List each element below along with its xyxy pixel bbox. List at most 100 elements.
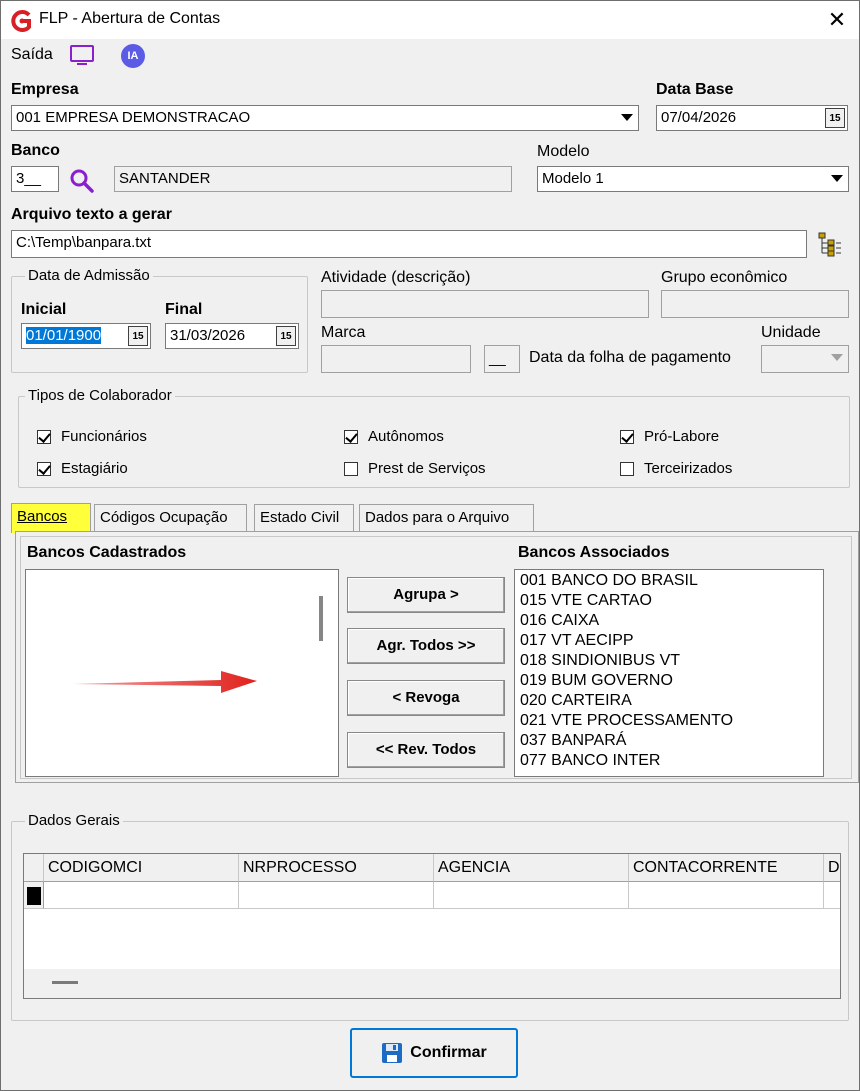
list-item[interactable]: 077 BANCO INTER: [515, 751, 823, 771]
row-indicator[interactable]: [24, 882, 44, 909]
folder-tree-icon[interactable]: [816, 230, 844, 258]
marca-field: [321, 345, 471, 373]
tab-bancos[interactable]: Bancos: [11, 503, 91, 533]
menu-saida[interactable]: Saída: [11, 46, 53, 64]
arquivo-value: C:\Temp\banpara.txt: [16, 234, 152, 251]
empresa-label: Empresa: [11, 81, 79, 98]
search-icon[interactable]: [69, 168, 95, 194]
checkbox-terceirizados[interactable]: Terceirizados: [620, 460, 732, 477]
modelo-select[interactable]: Modelo 1: [537, 166, 849, 192]
checkbox-autonomos[interactable]: Autônomos: [344, 428, 444, 445]
modelo-value: Modelo 1: [542, 170, 604, 187]
folha-field: __: [484, 345, 520, 373]
chevron-down-icon[interactable]: [827, 168, 847, 190]
chevron-down-icon[interactable]: [617, 107, 637, 129]
close-icon[interactable]: ✕: [821, 5, 853, 35]
checkbox-label: Terceirizados: [644, 460, 733, 477]
checkbox-pro-labore[interactable]: Pró-Labore: [620, 428, 719, 445]
grid-cell[interactable]: [824, 882, 840, 909]
checkbox-box[interactable]: [620, 429, 634, 444]
unidade-select: [761, 345, 849, 373]
inicial-date-value: 01/01/1900: [26, 327, 102, 344]
tab-estado-civil[interactable]: Estado Civil: [254, 504, 354, 532]
agrupa-todos-button[interactable]: Agr. Todos >>: [347, 628, 505, 664]
list-item[interactable]: 018 SINDIONIBUS VT: [515, 651, 823, 671]
list-item[interactable]: 021 VTE PROCESSAMENTO: [515, 711, 823, 731]
grupo-field: [661, 290, 849, 318]
banco-name-value: SANTANDER: [119, 170, 211, 187]
scrollbar-thumb[interactable]: [319, 596, 323, 641]
final-label: Final: [165, 301, 203, 318]
tab-dados-arquivo[interactable]: Dados para o Arquivo: [359, 504, 534, 532]
banco-label: Banco: [11, 142, 60, 159]
confirmar-label: Confirmar: [410, 1044, 487, 1061]
grid-header-d[interactable]: D: [824, 854, 840, 882]
data-base-value: 07/04/2026: [661, 109, 737, 126]
grid-empty-area: [24, 909, 840, 969]
grid-header-codigomci[interactable]: CODIGOMCI: [44, 854, 239, 882]
grupo-label: Grupo econômico: [661, 269, 788, 286]
checkbox-box[interactable]: [37, 461, 51, 476]
grid-header-contacorrente[interactable]: CONTACORRENTE: [629, 854, 824, 882]
grid-cell[interactable]: [239, 882, 434, 909]
list-item[interactable]: 017 VT AECIPP: [515, 631, 823, 651]
grid-scrollbar[interactable]: [24, 969, 840, 998]
list-item[interactable]: 037 BANPARÁ: [515, 731, 823, 751]
tab-codigos-ocupacao[interactable]: Códigos Ocupação: [94, 504, 247, 532]
grid-cell[interactable]: [434, 882, 629, 909]
checkbox-label: Pró-Labore: [644, 428, 720, 445]
data-base-field[interactable]: 07/04/2026 15: [656, 105, 848, 131]
data-grid[interactable]: CODIGOMCI NRPROCESSO AGENCIA CONTACORREN…: [23, 853, 841, 999]
inicial-date-field[interactable]: 01/01/1900 15: [21, 323, 151, 349]
revoga-button[interactable]: < Revoga: [347, 680, 505, 716]
grid-cell[interactable]: [629, 882, 824, 909]
calendar-icon[interactable]: 15: [128, 326, 148, 346]
bancos-cadastrados-label: Bancos Cadastrados: [27, 544, 187, 561]
checkbox-prest-servicos[interactable]: Prest de Serviços: [344, 460, 486, 477]
title-bar: FLP - Abertura de Contas ✕: [1, 1, 859, 39]
ia-icon[interactable]: IA: [121, 44, 145, 68]
dados-gerais-legend: Dados Gerais: [25, 812, 123, 829]
final-date-field[interactable]: 31/03/2026 15: [165, 323, 299, 349]
inicial-label: Inicial: [21, 301, 67, 318]
agrupa-button[interactable]: Agrupa >: [347, 577, 505, 613]
arquivo-field[interactable]: C:\Temp\banpara.txt: [11, 230, 807, 258]
checkbox-label: Prest de Serviços: [368, 460, 486, 477]
banco-code-value: 3__: [16, 170, 42, 187]
bancos-associados-list[interactable]: 001 BANCO DO BRASIL 015 VTE CARTAO 016 C…: [514, 569, 824, 777]
grid-header-nrprocesso[interactable]: NRPROCESSO: [239, 854, 434, 882]
bancos-associados-label: Bancos Associados: [518, 544, 670, 561]
list-item[interactable]: 015 VTE CARTAO: [515, 591, 823, 611]
checkbox-box[interactable]: [620, 461, 634, 476]
checkbox-estagiario[interactable]: Estagiário: [37, 460, 128, 477]
grid-header-agencia[interactable]: AGENCIA: [434, 854, 629, 882]
calendar-icon[interactable]: 15: [276, 326, 296, 346]
save-icon: [382, 1043, 403, 1063]
checkbox-box[interactable]: [344, 461, 358, 476]
checkbox-box[interactable]: [37, 429, 51, 444]
folha-label: Data da folha de pagamento: [529, 349, 731, 366]
unidade-label: Unidade: [761, 324, 821, 341]
final-date-value: 31/03/2026: [170, 327, 246, 344]
data-base-label: Data Base: [656, 81, 734, 98]
tipos-legend: Tipos de Colaborador: [25, 387, 175, 404]
revoga-todos-button[interactable]: << Rev. Todos: [347, 732, 505, 768]
grid-indicator-header: [24, 854, 44, 882]
marca-label: Marca: [321, 324, 366, 341]
list-item[interactable]: 001 BANCO DO BRASIL: [515, 571, 823, 591]
confirmar-button[interactable]: Confirmar: [350, 1028, 518, 1078]
empresa-select[interactable]: 001 EMPRESA DEMONSTRACAO: [11, 105, 639, 131]
window-title: FLP - Abertura de Contas: [39, 10, 221, 27]
checkbox-box[interactable]: [344, 429, 358, 444]
checkbox-funcionarios[interactable]: Funcionários: [37, 428, 147, 445]
monitor-icon[interactable]: [69, 43, 95, 67]
calendar-icon[interactable]: 15: [825, 108, 845, 128]
empresa-value: 001 EMPRESA DEMONSTRACAO: [16, 109, 251, 126]
modelo-label: Modelo: [537, 143, 590, 160]
list-item[interactable]: 020 CARTEIRA: [515, 691, 823, 711]
list-item[interactable]: 016 CAIXA: [515, 611, 823, 631]
list-item[interactable]: 019 BUM GOVERNO: [515, 671, 823, 691]
banco-code-field[interactable]: 3__: [11, 166, 59, 192]
banco-name-field: SANTANDER: [114, 166, 512, 192]
grid-cell[interactable]: [44, 882, 239, 909]
